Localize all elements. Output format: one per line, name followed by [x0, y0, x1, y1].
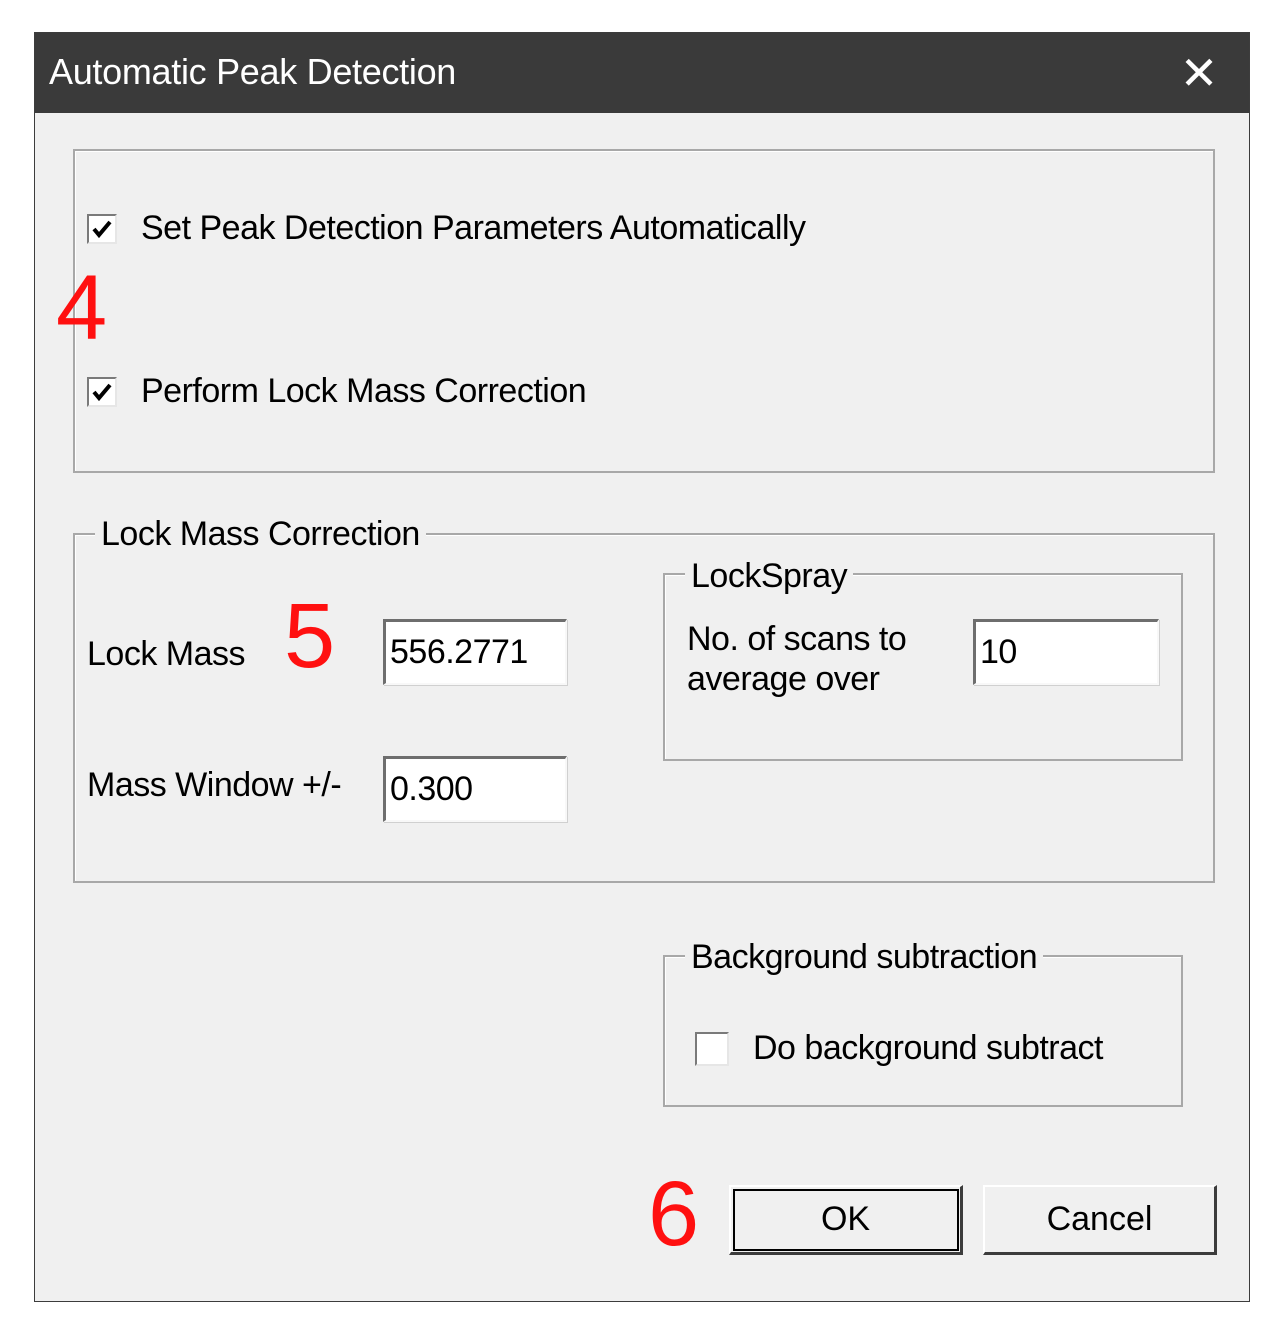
mass-window-label: Mass Window +/-	[87, 766, 342, 804]
title-bar[interactable]: Automatic Peak Detection ✕	[35, 33, 1249, 113]
close-icon: ✕	[1179, 47, 1219, 99]
lock-mass-correction-checkbox[interactable]	[87, 376, 117, 407]
background-subtract-option[interactable]: Do background subtract	[695, 1029, 1103, 1068]
scans-label-line2: average over	[687, 660, 880, 698]
auto-params-option[interactable]: Set Peak Detection Parameters Automatica…	[87, 209, 806, 248]
dialog-title: Automatic Peak Detection	[49, 51, 457, 92]
checkmark-icon	[92, 383, 112, 401]
background-subtraction-legend: Background subtraction	[685, 938, 1044, 977]
lock-mass-correction-label: Perform Lock Mass Correction	[141, 372, 587, 410]
ok-button[interactable]: OK	[729, 1185, 963, 1255]
scans-label-line1: No. of scans to	[687, 620, 907, 658]
options-group	[73, 149, 1215, 473]
automatic-peak-detection-dialog: Automatic Peak Detection ✕ Set Peak Dete…	[34, 32, 1250, 1302]
auto-params-checkbox[interactable]	[87, 213, 117, 244]
auto-params-label: Set Peak Detection Parameters Automatica…	[141, 209, 806, 247]
checkmark-icon	[92, 220, 112, 238]
lock-mass-correction-legend: Lock Mass Correction	[95, 515, 426, 554]
lock-mass-label: Lock Mass	[87, 635, 246, 673]
cancel-button[interactable]: Cancel	[983, 1185, 1217, 1255]
lock-mass-input[interactable]	[383, 619, 567, 685]
background-subtract-label: Do background subtract	[753, 1029, 1103, 1067]
annotation-4: 4	[56, 257, 108, 359]
annotation-5: 5	[284, 585, 336, 687]
background-subtract-checkbox[interactable]	[695, 1031, 729, 1066]
annotation-6: 6	[648, 1163, 700, 1265]
lock-mass-correction-option[interactable]: Perform Lock Mass Correction	[87, 372, 587, 411]
background-window-strip	[70, 1302, 470, 1336]
mass-window-input[interactable]	[383, 756, 567, 822]
lockspray-legend: LockSpray	[685, 557, 854, 596]
close-button[interactable]: ✕	[1149, 33, 1249, 113]
scans-average-input[interactable]	[973, 619, 1159, 685]
